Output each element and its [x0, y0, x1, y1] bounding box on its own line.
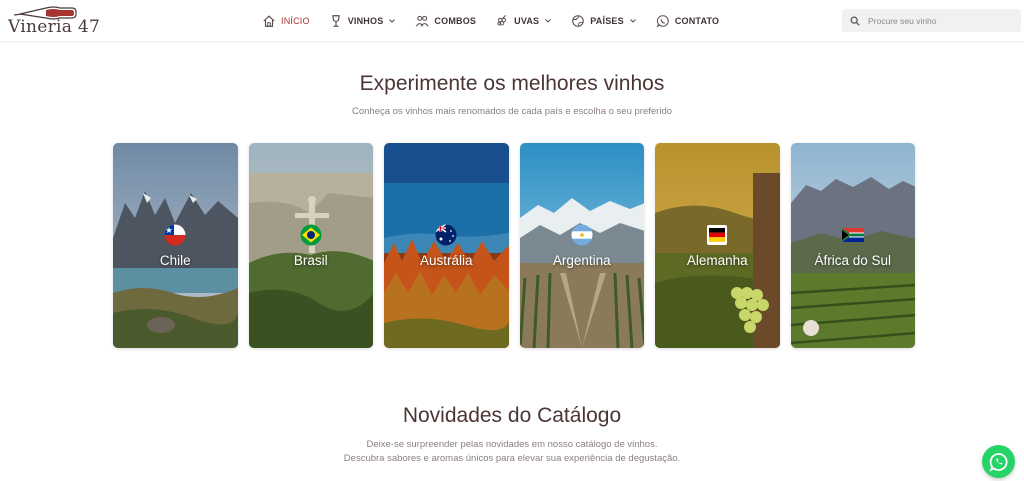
globe-icon: [572, 15, 585, 27]
section-title: Novidades do Catálogo: [402, 404, 622, 427]
brazil-flag-icon: [300, 224, 322, 246]
search-input[interactable]: [868, 15, 1008, 26]
home-icon: [263, 15, 275, 27]
nav-item-combos[interactable]: COMBOS: [415, 14, 476, 28]
top-navigation-bar: Vineria 47 INÍCIO VINHOS COMBOS UVAS PAÍ…: [0, 0, 1024, 42]
country-card-brasil[interactable]: Brasil: [248, 143, 373, 348]
people-icon: [416, 15, 429, 27]
nav-item-paises-label: PAÍSES: [590, 16, 624, 26]
whatsapp-icon: [988, 452, 1008, 471]
card-label: África do Sul: [814, 253, 892, 268]
south-africa-flag-icon: [841, 228, 864, 242]
brand-logo[interactable]: Vineria 47: [6, 5, 101, 37]
card-label: Austrália: [419, 253, 473, 268]
country-cards: Chile Brasil Austrália Argentina Alemanh…: [113, 143, 915, 348]
card-label: Brasil: [293, 253, 328, 268]
chevron-down-icon: [545, 19, 552, 23]
country-card-argentina[interactable]: Argentina: [519, 143, 644, 348]
country-card-africa-do-sul[interactable]: África do Sul: [790, 143, 915, 348]
search-icon[interactable]: [850, 16, 860, 26]
argentina-flag-icon: [571, 224, 593, 246]
germany-flag-icon: [707, 225, 728, 245]
card-label: Chile: [159, 253, 191, 268]
nav-item-paises[interactable]: PAÍSES: [571, 14, 637, 28]
nav-item-uvas-label: UVAS: [514, 16, 540, 26]
nav-item-inicio[interactable]: INÍCIO: [262, 14, 310, 28]
australia-flag-icon: [435, 224, 457, 246]
brand-logo-text: Vineria 47: [8, 17, 101, 37]
country-card-australia[interactable]: Austrália: [384, 143, 509, 348]
nav-item-uvas[interactable]: UVAS: [495, 14, 552, 28]
country-card-alemanha[interactable]: Alemanha: [655, 143, 780, 348]
chevron-down-icon: [389, 19, 396, 23]
nav-item-vinhos[interactable]: VINHOS: [329, 14, 397, 28]
section-subtitle: Conheça os vinhos mais renomados de cada…: [351, 106, 673, 117]
grapes-icon: [497, 14, 507, 26]
card-label: Argentina: [552, 253, 611, 268]
nav-item-contato-label: CONTATO: [674, 16, 720, 26]
nav-item-vinhos-label: VINHOS: [347, 16, 384, 26]
chile-flag-icon: [164, 224, 186, 246]
chevron-down-icon: [629, 19, 636, 23]
country-card-chile[interactable]: Chile: [113, 143, 238, 348]
nav-item-combos-label: COMBOS: [434, 16, 477, 26]
nav-item-inicio-label: INÍCIO: [281, 16, 310, 26]
nav-item-contato[interactable]: CONTATO: [656, 14, 719, 28]
section-title: Experimente os melhores vinhos: [359, 72, 665, 95]
card-label: Alemanha: [686, 253, 748, 268]
wine-glass-icon: [332, 15, 340, 27]
whatsapp-floating-button[interactable]: [982, 445, 1015, 478]
subtitle-line: Descubra sabores e aromas únicos para el…: [343, 453, 681, 464]
whatsapp-icon: [656, 15, 669, 28]
subtitle-line: Deixe-se surpreender pelas novidades em …: [366, 439, 658, 450]
search-box: [842, 9, 1021, 32]
section-subtitle: Deixe-se surpreender pelas novidades em …: [0, 438, 1024, 466]
main-nav: INÍCIO VINHOS COMBOS UVAS PAÍSES CONTATO: [262, 0, 719, 42]
